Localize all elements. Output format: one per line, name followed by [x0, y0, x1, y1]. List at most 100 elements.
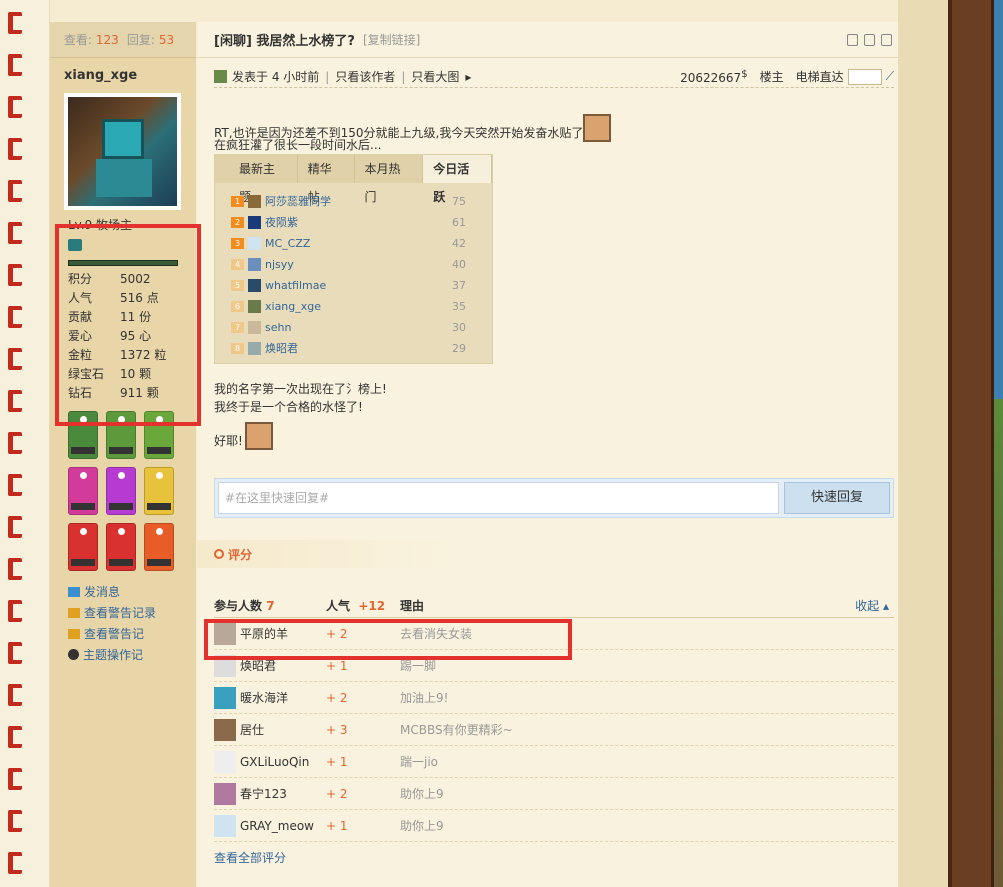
quick-reply-input[interactable]: #在这里快速回复# [218, 482, 779, 514]
view-all-ratings-link[interactable]: 查看全部评分 [214, 842, 894, 874]
widget-row[interactable]: 7 sehn 30 [215, 317, 492, 338]
rank-badge: 6 [231, 301, 244, 312]
widget-user-name[interactable]: sehn [265, 319, 452, 337]
hook-decoration [8, 726, 22, 748]
rating-user-name[interactable]: GRAY_meow [240, 819, 314, 833]
go-icon[interactable]: ⟋ [886, 69, 894, 84]
sidebar-link-label: 查看警告记 [84, 627, 145, 641]
medal-badge-icon[interactable] [68, 523, 98, 571]
rating-score: + 1 [326, 818, 348, 833]
rating-row: GXLiLuoQin + 1 踹一jio [214, 746, 894, 778]
print-icon[interactable] [847, 34, 858, 46]
widget-row[interactable]: 2 夜陨紫 61 [215, 212, 492, 233]
widget-tab[interactable]: 今日活跃 [423, 155, 492, 204]
chevron-right-icon[interactable]: ▸ [465, 70, 471, 84]
author-avatar[interactable] [64, 93, 181, 210]
widget-row[interactable]: 5 whatfilmae 37 [215, 275, 492, 296]
hook-decoration [8, 516, 22, 538]
rank-badge: 2 [231, 217, 244, 228]
sidebar-link[interactable]: 主题操作记 [68, 644, 196, 665]
post-uid: 20622667 [680, 70, 742, 85]
widget-user-name[interactable]: njsyy [265, 256, 452, 274]
prev-thread-icon[interactable] [864, 34, 875, 46]
user-avatar [248, 195, 261, 208]
elevator-input[interactable] [847, 68, 882, 85]
widget-user-name[interactable]: 焕昭君 [265, 340, 452, 358]
rating-user-name[interactable]: GXLiLuoQin [240, 755, 309, 769]
rating-user[interactable]: GRAY_meow [214, 814, 326, 837]
floor-label: 楼主 [759, 70, 784, 84]
background-scenery [994, 0, 1003, 887]
widget-row[interactable]: 1 阿莎蕊雅同学 75 [215, 191, 492, 212]
rating-user[interactable]: 春宁123 [214, 782, 326, 805]
widget-user-name[interactable]: 夜陨紫 [265, 214, 452, 232]
rating-user-name[interactable]: 居仕 [240, 721, 264, 738]
copy-link[interactable]: [复制链接] [363, 31, 420, 48]
medal-badge-icon[interactable] [144, 467, 174, 515]
hook-decoration [8, 474, 22, 496]
user-avatar [248, 216, 261, 229]
mail-icon [68, 586, 80, 597]
widget-tab[interactable]: 本月热门 [355, 155, 424, 204]
hook-decoration [8, 810, 22, 832]
user-avatar [248, 342, 261, 355]
rating-table-header: 参与人数 7 人气 +12 理由 收起 ▴ [214, 594, 894, 618]
big-image-link[interactable]: 只看大图 [411, 68, 459, 85]
post-body: RT,也许是因为还差不到150分就能上九级,我今天突然开始发奋水贴了 在疯狂灌了… [214, 114, 894, 450]
user-avatar [248, 300, 261, 313]
hook-decoration [8, 432, 22, 454]
post-text-3: 我的名字第一次出现在了氵榜上! [214, 382, 387, 396]
hook-decoration [8, 642, 22, 664]
sidebar-link[interactable]: 查看警告记录 [68, 602, 196, 623]
right-wood-wall [948, 0, 994, 887]
widget-tab[interactable]: 精华帖 [298, 155, 355, 204]
rating-score: + 3 [326, 722, 348, 737]
widget-count: 42 [452, 236, 466, 250]
face-emoji-icon [244, 422, 273, 450]
author-name[interactable]: xiang_xge [50, 58, 196, 93]
widget-user-name[interactable]: MC_CZZ [265, 235, 452, 253]
avatar [214, 814, 236, 837]
rating-user[interactable]: 居仕 [214, 718, 326, 741]
rating-reason: MCBBS有你更精彩~ [400, 723, 513, 737]
only-author-link[interactable]: 只看该作者 [335, 68, 395, 85]
sidebar-link-label: 查看警告记录 [84, 606, 157, 620]
rating-user-name[interactable]: 春宁123 [240, 785, 287, 802]
hook-decoration [8, 306, 22, 328]
widget-row[interactable]: 3 MC_CZZ 42 [215, 233, 492, 254]
rating-user[interactable]: GXLiLuoQin [214, 750, 326, 773]
widget-row[interactable]: 6 xiang_xge 35 [215, 296, 492, 317]
user-avatar [248, 279, 261, 292]
medal-badge-icon[interactable] [68, 467, 98, 515]
rank-badge: 5 [231, 280, 244, 291]
sidebar-link[interactable]: 查看警告记 [68, 623, 196, 644]
widget-user-name[interactable]: 阿莎蕊雅同学 [265, 193, 452, 211]
widget-user-name[interactable]: xiang_xge [265, 298, 452, 316]
thread-title-bar: [闲聊] 我居然上水榜了? [复制链接] [197, 22, 898, 58]
widget-row[interactable]: 4 njsyy 40 [215, 254, 492, 275]
next-thread-icon[interactable] [881, 34, 892, 46]
hook-decoration [8, 180, 22, 202]
reason-label: 理由 [400, 599, 425, 613]
widget-tab[interactable]: 最新主题 [215, 155, 298, 204]
post-time: 发表于 4 小时前 [232, 70, 320, 84]
quick-reply-button[interactable]: 快速回复 [784, 482, 890, 514]
hook-decoration [8, 768, 22, 790]
rating-title: 评分 [228, 547, 253, 562]
widget-user-name[interactable]: whatfilmae [265, 277, 452, 295]
medal-badge-icon[interactable] [106, 523, 136, 571]
medal-badge-icon[interactable] [144, 523, 174, 571]
rating-user[interactable]: 暖水海洋 [214, 686, 326, 709]
sidebar-link-label: 主题操作记 [83, 648, 144, 662]
replies-count: 53 [158, 32, 175, 47]
widget-row[interactable]: 8 焕昭君 29 [215, 338, 492, 359]
rating-user-name[interactable]: 暖水海洋 [240, 689, 288, 706]
collapse-link[interactable]: 收起 ▴ [855, 594, 889, 618]
rank-badge: 4 [231, 259, 244, 270]
face-emoji-icon [583, 114, 612, 142]
sidebar-link[interactable]: 发消息 [68, 581, 196, 602]
warning-card-icon [68, 607, 80, 618]
participants-label: 参与人数 [214, 598, 263, 613]
medal-badge-icon[interactable] [106, 467, 136, 515]
author-actions: 发消息查看警告记录 查看警告记主题操作记 [50, 571, 196, 665]
